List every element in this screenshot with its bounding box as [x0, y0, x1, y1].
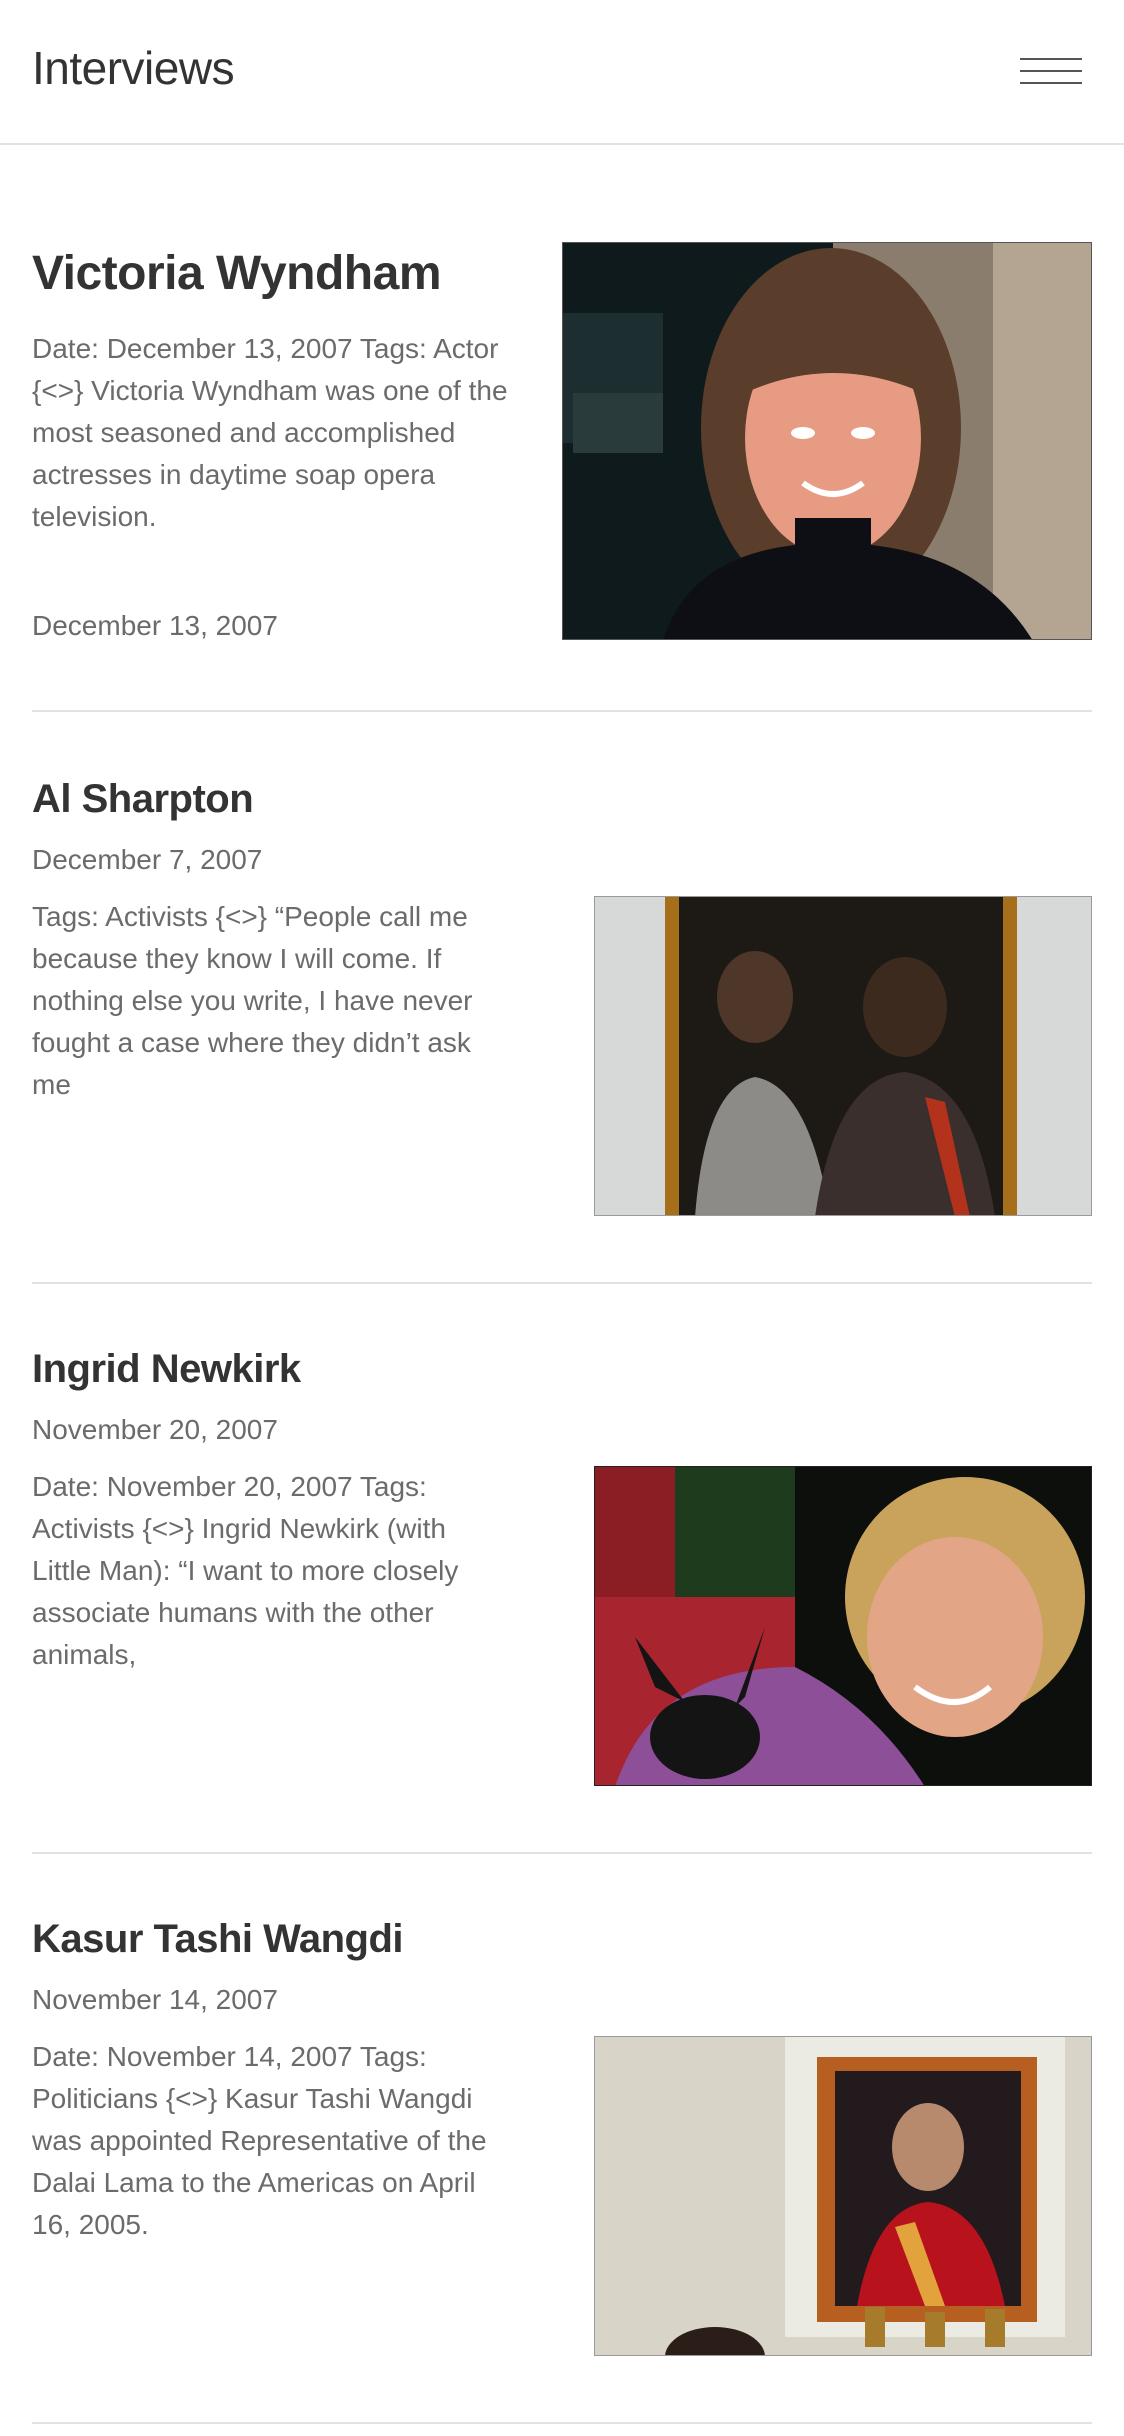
article-card: Ingrid Newkirk November 20, 2007 Date: N… — [32, 1340, 1092, 1820]
site-header: Interviews — [0, 0, 1124, 145]
article-date: November 20, 2007 — [32, 1414, 278, 1445]
article-thumbnail[interactable] — [594, 1466, 1092, 1786]
article-excerpt: Date: November 20, 2007 Tags: Activists … — [32, 1471, 459, 1670]
divider — [32, 710, 1092, 712]
portrait-photo-icon — [563, 243, 1091, 639]
article-date: December 7, 2007 — [32, 844, 263, 875]
menu-line — [1020, 82, 1082, 84]
article-excerpt: Date: December 13, 2007 Tags: Actor {<>}… — [32, 333, 508, 532]
portrait-frame-photo-icon — [595, 2037, 1091, 2355]
article-thumbnail[interactable] — [594, 896, 1092, 1216]
page-title[interactable]: Interviews — [32, 36, 235, 100]
article-card: Kasur Tashi Wangdi November 14, 2007 Dat… — [32, 1910, 1092, 2390]
article-thumbnail[interactable] — [562, 242, 1092, 640]
framed-photo-icon — [595, 897, 1091, 1215]
divider — [32, 1852, 1092, 1854]
article-card: Victoria Wyndham Date: December 13, 2007… — [32, 230, 1092, 650]
article-date: December 13, 2007 — [32, 610, 278, 641]
article-title[interactable]: Victoria Wyndham — [32, 242, 442, 306]
article-date: November 14, 2007 — [32, 1984, 278, 2015]
article-card: Al Sharpton December 7, 2007 Tags: Activ… — [32, 770, 1092, 1250]
article-excerpt: Date: November 14, 2007 Tags: Politician… — [32, 2041, 487, 2240]
menu-line — [1020, 70, 1082, 72]
woman-with-dog-photo-icon — [595, 1467, 1091, 1785]
divider — [32, 2422, 1092, 2424]
divider — [32, 1282, 1092, 1284]
article-title[interactable]: Al Sharpton — [32, 770, 254, 828]
hamburger-menu-icon[interactable] — [1018, 54, 1086, 90]
article-excerpt: Tags: Activists {<>} “People call me bec… — [32, 901, 473, 1100]
article-thumbnail[interactable] — [594, 2036, 1092, 2356]
menu-line — [1020, 58, 1082, 60]
article-title[interactable]: Ingrid Newkirk — [32, 1340, 301, 1398]
article-title[interactable]: Kasur Tashi Wangdi — [32, 1910, 404, 1968]
